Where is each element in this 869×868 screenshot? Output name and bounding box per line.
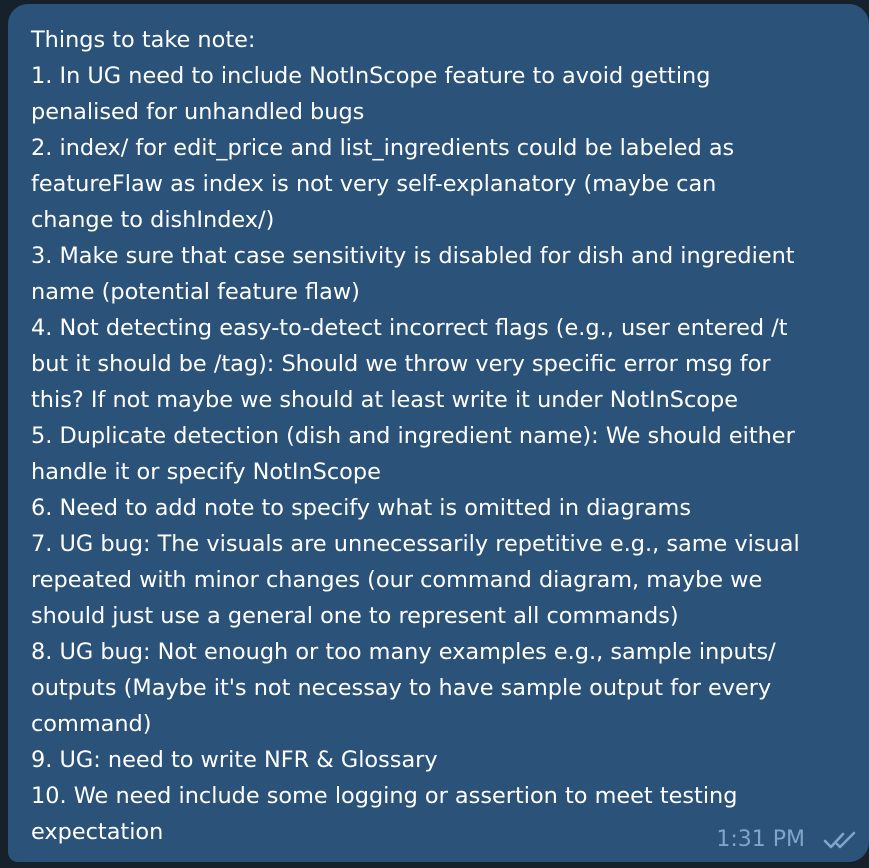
message-line: 5. Duplicate detection (dish and ingredi… bbox=[31, 423, 795, 449]
message-line: featureFlaw as index is not very self-ex… bbox=[31, 171, 717, 197]
message-line: 7. UG bug: The visuals are unnecessarily… bbox=[31, 531, 800, 557]
message-line: change to dishIndex/) bbox=[31, 207, 275, 233]
message-line: 10. We need include some logging or asse… bbox=[31, 783, 738, 809]
message-line: repeated with minor changes (our command… bbox=[31, 567, 763, 593]
message-line: 3. Make sure that case sensitivity is di… bbox=[31, 243, 795, 269]
message-line: 8. UG bug: Not enough or too many exampl… bbox=[31, 639, 776, 665]
message-line: outputs (Maybe it's not necessay to have… bbox=[31, 675, 772, 701]
message-line: name (potential feature flaw) bbox=[31, 279, 360, 305]
message-line: penalised for unhandled bugs bbox=[31, 99, 365, 125]
message-meta: 1:31 PM bbox=[716, 827, 857, 852]
message-line: Things to take note: bbox=[31, 27, 256, 53]
message-line: handle it or specify NotInScope bbox=[31, 459, 381, 485]
message-line: 4. Not detecting easy-to-detect incorrec… bbox=[31, 315, 788, 341]
message-bubble[interactable]: Things to take note: 1. In UG need to in… bbox=[8, 4, 869, 862]
message-line: 6. Need to add note to specify what is o… bbox=[31, 495, 691, 521]
message-line: 9. UG: need to write NFR & Glossary bbox=[31, 747, 438, 773]
message-line: but it should be /tag): Should we throw … bbox=[31, 351, 771, 377]
message-line: command) bbox=[31, 711, 152, 737]
message-time: 1:31 PM bbox=[716, 827, 805, 852]
message-line: 2. index/ for edit_price and list_ingred… bbox=[31, 135, 735, 161]
double-check-icon bbox=[823, 830, 857, 850]
message-line: 1. In UG need to include NotInScope feat… bbox=[31, 63, 711, 89]
message-text: Things to take note: 1. In UG need to in… bbox=[31, 22, 869, 850]
message-line: this? If not maybe we should at least wr… bbox=[31, 387, 738, 413]
message-line: should just use a general one to represe… bbox=[31, 603, 679, 629]
